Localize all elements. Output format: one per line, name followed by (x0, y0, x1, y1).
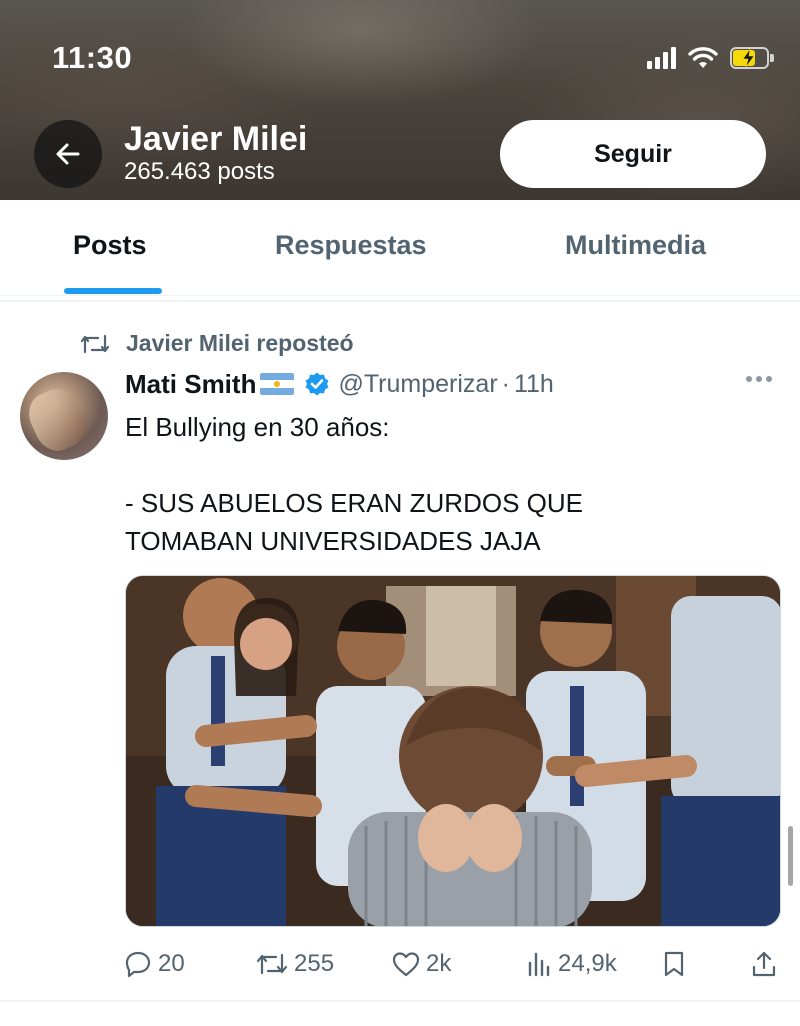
like-button[interactable]: 2k (392, 940, 451, 988)
post-image[interactable] (125, 575, 781, 927)
separator-dot: · (501, 369, 510, 398)
repost-count: 255 (294, 950, 335, 977)
repost-indicator: Javier Milei reposteó (80, 330, 354, 357)
post-text-line (125, 446, 765, 484)
scrollbar[interactable] (788, 826, 793, 886)
cellular-signal-icon (647, 47, 676, 69)
repost-icon (256, 953, 288, 975)
verified-badge-icon[interactable] (304, 371, 330, 397)
active-tab-indicator (64, 288, 162, 294)
divider (0, 1000, 800, 1002)
tab-multimedia[interactable]: Multimedia (565, 230, 706, 261)
reply-count: 20 (158, 950, 185, 977)
share-icon (752, 951, 776, 977)
reply-button[interactable]: 20 (124, 940, 185, 988)
profile-posts-count: 265.463 posts (124, 158, 275, 185)
argentina-flag-icon (260, 373, 295, 395)
post-timestamp[interactable]: 11h (514, 370, 554, 399)
views-count: 24,9k (558, 950, 617, 977)
status-time: 11:30 (52, 40, 133, 75)
battery-charging-icon (730, 47, 774, 69)
share-button[interactable] (750, 940, 778, 988)
status-bar: 11:30 (0, 0, 800, 110)
repost-label[interactable]: Javier Milei reposteó (126, 330, 354, 357)
author-avatar[interactable] (20, 372, 108, 460)
post-text-line: - SUS ABUELOS ERAN ZURDOS QUE (125, 488, 583, 518)
profile-header: 11:30 Javier Milei 265.463 posts Seguir (0, 0, 800, 200)
like-count: 2k (426, 950, 452, 977)
post-image-illustration (126, 576, 780, 926)
post-header: Mati Smith @Trumperizar · 11h (125, 366, 554, 402)
follow-button[interactable]: Seguir (500, 120, 766, 188)
author-handle[interactable]: @Trumperizar (338, 370, 497, 399)
profile-name: Javier Milei (124, 120, 308, 158)
post-text-line: El Bullying en 30 años: (125, 412, 390, 442)
bookmark-button[interactable] (662, 940, 686, 988)
repost-button[interactable]: 255 (256, 940, 334, 988)
tab-respuestas[interactable]: Respuestas (275, 230, 427, 261)
post-text: El Bullying en 30 años: - SUS ABUELOS ER… (125, 408, 765, 560)
back-arrow-icon (56, 143, 80, 165)
back-button[interactable] (34, 120, 102, 188)
post-text-line: TOMABAN UNIVERSIDADES JAJA (125, 526, 541, 556)
profile-tabs: Posts Respuestas Multimedia (0, 200, 800, 296)
status-icons (647, 46, 774, 70)
author-name[interactable]: Mati Smith (125, 369, 256, 400)
bookmark-icon (664, 951, 684, 977)
tab-posts[interactable]: Posts (73, 230, 147, 261)
wifi-icon (688, 47, 718, 68)
reply-icon (125, 951, 151, 978)
heart-icon (392, 952, 420, 977)
views-button[interactable]: 24,9k (526, 940, 617, 988)
views-chart-icon (528, 952, 550, 977)
post-actions: 20 255 2k 24,9k (0, 940, 800, 988)
more-options-icon[interactable] (746, 376, 772, 382)
divider (0, 300, 800, 302)
repost-icon (80, 334, 110, 353)
